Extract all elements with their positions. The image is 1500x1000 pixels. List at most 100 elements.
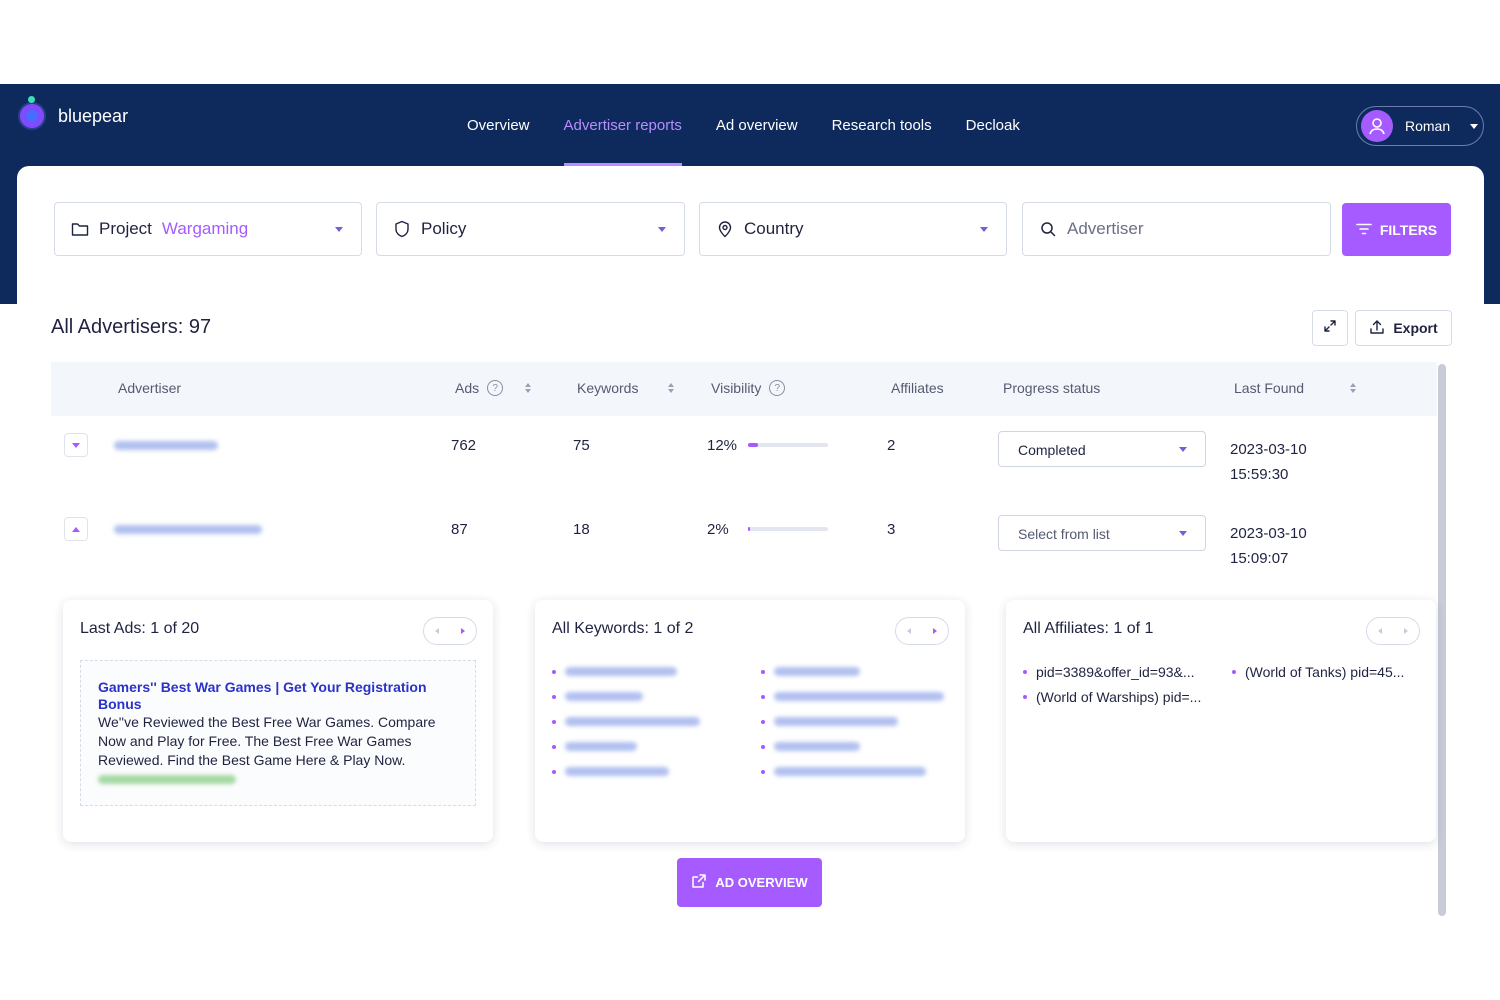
progress-status-placeholder: Select from list bbox=[1018, 526, 1110, 542]
user-menu[interactable]: Roman bbox=[1356, 106, 1484, 146]
policy-filter[interactable]: Policy bbox=[376, 202, 685, 256]
expand-icon bbox=[1323, 319, 1337, 338]
sort-icon[interactable] bbox=[668, 383, 675, 393]
logo-icon bbox=[18, 96, 46, 130]
advertiser-search[interactable]: Advertiser bbox=[1022, 202, 1331, 256]
keyword-item bbox=[761, 742, 860, 751]
expand-button[interactable] bbox=[1312, 310, 1348, 346]
nav-decloak[interactable]: Decloak bbox=[949, 84, 1037, 166]
caret-up-icon bbox=[72, 526, 80, 532]
column-header-ads[interactable]: Ads ? bbox=[455, 380, 532, 396]
progress-status-select[interactable]: Select from list bbox=[998, 515, 1206, 551]
logo[interactable]: bluepear bbox=[18, 96, 129, 130]
column-header-visibility[interactable]: Visibility ? bbox=[711, 380, 786, 396]
ad-headline[interactable]: Gamers'' Best War Games | Get Your Regis… bbox=[98, 679, 459, 713]
column-header-label: Visibility bbox=[711, 380, 762, 396]
nav-advertiser-reports[interactable]: Advertiser reports bbox=[547, 84, 699, 166]
keyword-redacted bbox=[774, 717, 898, 726]
advertiser-domain-redacted[interactable] bbox=[114, 441, 218, 450]
keyword-item bbox=[761, 692, 944, 701]
column-header-label: Keywords bbox=[577, 380, 639, 396]
keyword-redacted bbox=[774, 692, 944, 701]
chevron-down-icon bbox=[1470, 123, 1479, 129]
row-keywords: 75 bbox=[573, 437, 590, 454]
row-visibility: 12% bbox=[707, 437, 738, 454]
sort-icon[interactable] bbox=[1350, 383, 1357, 393]
chevron-down-icon bbox=[1179, 447, 1187, 452]
keyword-redacted bbox=[565, 767, 669, 776]
project-filter-value: Wargaming bbox=[161, 219, 249, 238]
policy-filter-label: Policy bbox=[421, 219, 467, 238]
keyword-redacted bbox=[774, 667, 860, 676]
external-link-icon bbox=[691, 873, 707, 892]
affiliate-item[interactable]: pid=3389&offer_id=93&... bbox=[1023, 664, 1195, 680]
folder-icon bbox=[71, 220, 89, 238]
filters-button[interactable]: FILTERS bbox=[1342, 203, 1451, 256]
nav-ad-overview[interactable]: Ad overview bbox=[699, 84, 815, 166]
chevron-left-icon bbox=[435, 628, 439, 634]
all-affiliates-panel: All Affiliates: 1 of 1 pid=3389&offer_id… bbox=[1006, 600, 1436, 842]
help-icon[interactable]: ? bbox=[487, 380, 504, 396]
ad-overview-button[interactable]: AD OVERVIEW bbox=[677, 858, 822, 907]
row-last-found-date: 2023-03-10 bbox=[1230, 441, 1307, 458]
keyword-redacted bbox=[565, 742, 637, 751]
keyword-redacted bbox=[774, 767, 926, 776]
next-page-button[interactable] bbox=[450, 618, 476, 644]
export-button[interactable]: Export bbox=[1355, 310, 1452, 346]
table-scrollbar[interactable] bbox=[1438, 364, 1446, 916]
prev-page-button[interactable] bbox=[1367, 618, 1393, 644]
row-last-found: 2023-03-10 15:59:30 bbox=[1230, 437, 1307, 487]
affiliate-item[interactable]: (World of Warships) pid=... bbox=[1023, 689, 1201, 705]
keyword-item bbox=[552, 717, 700, 726]
logo-text: bluepear bbox=[58, 105, 129, 126]
column-header-label: Last Found bbox=[1234, 380, 1305, 396]
row-keywords: 18 bbox=[573, 521, 590, 538]
user-name: Roman bbox=[1405, 118, 1451, 134]
progress-status-value: Completed bbox=[1018, 442, 1086, 458]
next-page-button[interactable] bbox=[922, 618, 948, 644]
row-collapse-toggle[interactable] bbox=[64, 517, 88, 541]
column-header-advertiser[interactable]: Advertiser bbox=[118, 380, 181, 396]
keyword-redacted bbox=[565, 667, 677, 676]
project-filter[interactable]: Project Wargaming bbox=[54, 202, 362, 256]
column-header-affiliates[interactable]: Affiliates bbox=[891, 380, 944, 396]
help-icon[interactable]: ? bbox=[769, 380, 786, 396]
ad-display-url-redacted bbox=[98, 775, 236, 784]
visibility-bar bbox=[748, 527, 828, 531]
column-header-progress-status[interactable]: Progress status bbox=[1003, 380, 1100, 396]
ad-description: We''ve Reviewed the Best Free War Games.… bbox=[98, 714, 436, 768]
location-pin-icon bbox=[716, 220, 734, 238]
shield-icon bbox=[393, 220, 411, 238]
advertiser-domain-redacted[interactable] bbox=[114, 525, 262, 534]
keyword-item bbox=[552, 667, 677, 676]
keyword-item bbox=[761, 717, 898, 726]
all-keywords-pager bbox=[895, 617, 949, 645]
filter-lines-icon bbox=[1356, 222, 1372, 238]
nav-overview[interactable]: Overview bbox=[450, 84, 547, 166]
country-filter[interactable]: Country bbox=[699, 202, 1007, 256]
prev-page-button[interactable] bbox=[424, 618, 450, 644]
keyword-redacted bbox=[565, 692, 643, 701]
row-expand-toggle[interactable] bbox=[64, 433, 88, 457]
page: bluepear Overview Advertiser reports Ad … bbox=[0, 0, 1500, 1000]
nav-research-tools[interactable]: Research tools bbox=[815, 84, 949, 166]
affiliate-item[interactable]: (World of Tanks) pid=45... bbox=[1232, 664, 1404, 680]
row-last-found: 2023-03-10 15:09:07 bbox=[1230, 521, 1307, 571]
progress-status-select[interactable]: Completed bbox=[998, 431, 1206, 467]
last-ads-pager bbox=[423, 617, 477, 645]
last-ads-panel: Last Ads: 1 of 20 Gamers'' Best War Game… bbox=[63, 600, 493, 842]
keyword-item bbox=[761, 767, 926, 776]
prev-page-button[interactable] bbox=[896, 618, 922, 644]
column-header-label: Advertiser bbox=[118, 380, 182, 396]
next-page-button[interactable] bbox=[1393, 618, 1419, 644]
ad-overview-button-label: AD OVERVIEW bbox=[715, 875, 808, 890]
upload-icon bbox=[1369, 319, 1385, 338]
row-affiliates: 3 bbox=[887, 521, 896, 538]
sort-icon[interactable] bbox=[525, 383, 532, 393]
column-header-last-found[interactable]: Last Found bbox=[1234, 380, 1357, 396]
main-nav: Overview Advertiser reports Ad overview … bbox=[450, 84, 1037, 166]
column-header-label: Ads bbox=[455, 380, 480, 396]
advertiser-search-placeholder: Advertiser bbox=[1067, 219, 1144, 238]
column-header-keywords[interactable]: Keywords bbox=[577, 380, 675, 396]
filters-button-label: FILTERS bbox=[1379, 221, 1438, 238]
